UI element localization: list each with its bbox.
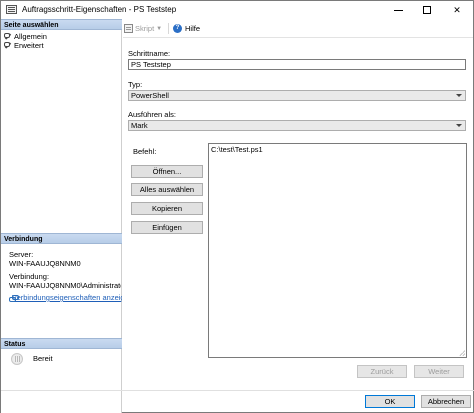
type-select-value: PowerShell <box>131 91 169 100</box>
window-app-icon <box>6 5 17 14</box>
maximize-icon <box>423 6 431 14</box>
toolbar-separator <box>168 23 169 34</box>
command-label: Befehl: <box>133 147 157 156</box>
title-bar: Auftragsschritt-Eigenschaften - PS Tests… <box>1 1 473 19</box>
status-ready-icon <box>11 353 23 365</box>
status-value: Bereit <box>33 354 53 363</box>
command-text: C:\test\Test.ps1 <box>211 145 263 154</box>
script-button[interactable]: Skript ▼ <box>124 24 162 33</box>
right-pane: Skript ▼ ? Hilfe Schrittname: Typ: Power… <box>123 19 473 391</box>
page-item-label: Allgemein <box>14 32 47 41</box>
select-page-header: Seite auswählen <box>1 19 122 30</box>
run-as-label: Ausführen als: <box>128 110 176 119</box>
next-button[interactable]: Weiter <box>414 365 464 378</box>
status-header: Status <box>1 338 122 349</box>
chevron-down-icon <box>456 94 462 97</box>
help-label: Hilfe <box>185 24 201 33</box>
script-icon <box>124 24 133 33</box>
back-button[interactable]: Zurück <box>357 365 407 378</box>
step-name-input[interactable] <box>128 59 466 70</box>
server-value: WIN-FAAUJQ8NNM0 <box>9 259 81 268</box>
select-all-button[interactable]: Alles auswählen <box>131 183 203 196</box>
window-title: Auftragsschritt-Eigenschaften - PS Tests… <box>22 5 177 14</box>
connection-label: Verbindung: <box>9 272 50 281</box>
minimize-button[interactable] <box>383 1 413 19</box>
connection-value: WIN-FAAUJQ8NNM0\Administrator <box>9 281 121 290</box>
server-label: Server: <box>9 250 34 259</box>
left-pane: Seite auswählen Allgemein Erweitert Verb… <box>1 19 122 413</box>
close-button[interactable]: ✕ <box>442 1 472 19</box>
minimize-icon <box>393 9 403 11</box>
view-connection-properties-link[interactable]: Verbindungseigenschaften anzeigen <box>9 293 122 302</box>
page-item-erweitert[interactable]: Erweitert <box>4 41 44 50</box>
dialog-window: Auftragsschritt-Eigenschaften - PS Tests… <box>0 0 474 413</box>
close-icon: ✕ <box>453 4 461 15</box>
chevron-down-icon: ▼ <box>156 25 163 32</box>
ok-button[interactable]: OK <box>365 395 415 408</box>
toolbar-divider <box>123 37 473 38</box>
script-label: Skript <box>135 24 155 33</box>
help-icon: ? <box>173 24 182 33</box>
wrench-icon <box>4 42 11 49</box>
run-as-select[interactable]: Mark <box>128 120 466 131</box>
resize-grip-icon[interactable] <box>459 350 465 356</box>
wrench-icon <box>4 33 11 40</box>
step-name-label: Schrittname: <box>128 49 171 58</box>
paste-button[interactable]: Einfügen <box>131 221 203 234</box>
connection-link-text: Verbindungseigenschaften anzeigen <box>12 293 122 302</box>
maximize-button[interactable] <box>412 1 442 19</box>
command-editor[interactable]: C:\test\Test.ps1 <box>208 143 467 358</box>
type-select[interactable]: PowerShell <box>128 90 466 101</box>
page-item-label: Erweitert <box>14 41 44 50</box>
chevron-down-icon <box>456 124 462 127</box>
type-label: Typ: <box>128 80 143 89</box>
run-as-select-value: Mark <box>131 121 148 130</box>
connection-header: Verbindung <box>1 233 122 244</box>
footer-divider <box>1 390 474 391</box>
page-item-allgemein[interactable]: Allgemein <box>4 32 47 41</box>
cancel-button[interactable]: Abbrechen <box>421 395 471 408</box>
copy-button[interactable]: Kopieren <box>131 202 203 215</box>
open-button[interactable]: Öffnen... <box>131 165 203 178</box>
help-button[interactable]: ? Hilfe <box>173 24 200 33</box>
